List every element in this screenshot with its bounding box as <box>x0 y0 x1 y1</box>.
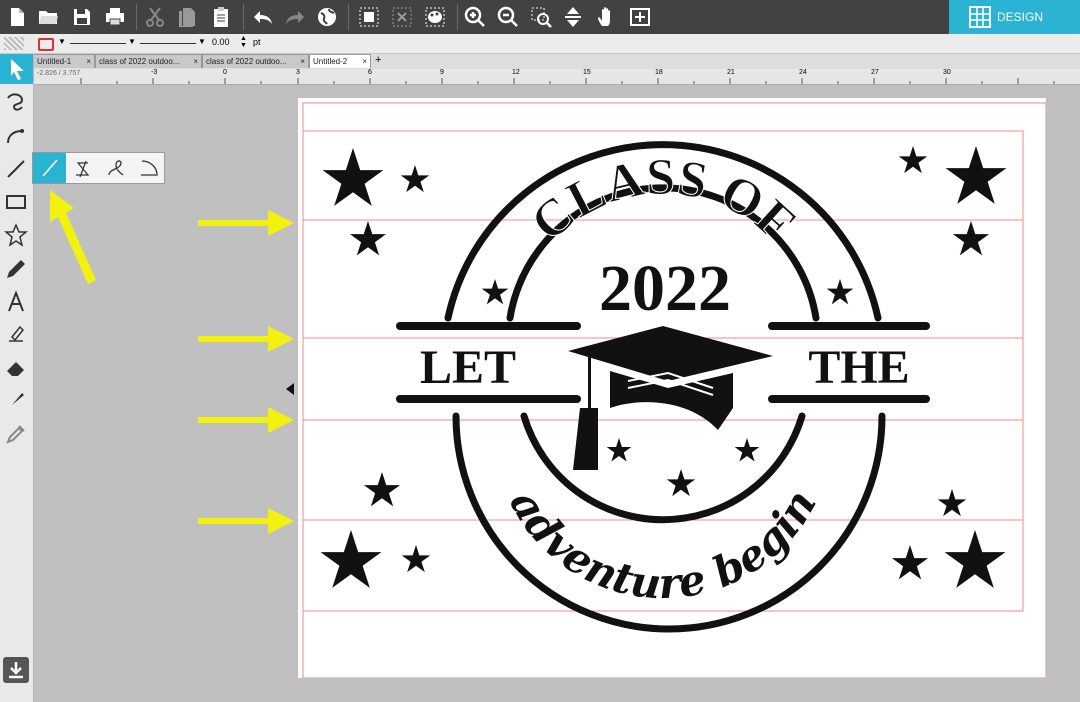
ruler-tick-label: 3 <box>296 69 300 76</box>
close-icon[interactable]: × <box>193 55 198 68</box>
ruler-tick-label: 30 <box>943 69 951 76</box>
fit-page-icon[interactable] <box>625 2 655 32</box>
annotation-arrow-icon <box>50 190 96 284</box>
paste-icon[interactable] <box>206 2 236 32</box>
ruler-tick-label: 6 <box>368 69 372 76</box>
pan-move-icon[interactable] <box>558 2 588 32</box>
line-subtool-flyout <box>32 152 165 184</box>
annotation-arrow-icon <box>198 210 294 236</box>
fill-pattern-swatch[interactable] <box>4 37 24 50</box>
year-text: 2022 <box>599 252 731 325</box>
cut-icon[interactable] <box>140 2 170 32</box>
ruler-tick-label: 18 <box>655 69 663 76</box>
curve-line-icon[interactable] <box>99 153 132 183</box>
design-label: DESIGN <box>997 10 1044 24</box>
the-text: THE <box>808 341 909 394</box>
bezier-icon[interactable] <box>2 121 30 149</box>
ruler-tick-label: 21 <box>727 69 735 76</box>
line-color-dropdown-icon[interactable]: ▼ <box>58 37 66 46</box>
horizontal-ruler[interactable]: -2.826 / 3.757 -3 0 3 6 9 12 15 18 21 24… <box>33 69 1080 85</box>
copy-icon[interactable] <box>172 2 202 32</box>
save-icon[interactable] <box>67 2 97 32</box>
line-style-select[interactable] <box>70 43 126 44</box>
line-width-input[interactable]: 0.00 <box>212 37 230 47</box>
line-tool-icon[interactable] <box>2 155 30 183</box>
annotation-arrow-icon <box>198 326 294 352</box>
ruler-tick-label: 24 <box>799 69 807 76</box>
zoom-selection-icon[interactable] <box>526 2 556 32</box>
properties-bar: ▼ ▼ ▼ 0.00 ▲ ▼ pt <box>0 34 1080 54</box>
rectangle-tool-icon[interactable] <box>2 188 30 216</box>
tab-class-of-2022-a[interactable]: class of 2022 outdoo... × <box>95 54 202 68</box>
unit-label: pt <box>253 37 261 47</box>
ruler-tick-label: 9 <box>440 69 444 76</box>
hand-icon[interactable] <box>592 2 622 32</box>
tab-label: class of 2022 outdoo... <box>206 57 287 66</box>
grid-icon <box>969 6 991 28</box>
ruler-tick-label: 0 <box>223 69 227 76</box>
star-tool-icon[interactable] <box>2 221 30 249</box>
page-edge-marker-icon <box>286 383 294 395</box>
select-arrow-icon[interactable] <box>0 54 33 84</box>
tab-class-of-2022-b[interactable]: class of 2022 outdoo... × <box>202 54 309 68</box>
tab-untitled-1[interactable]: Untitled-1 × <box>33 54 95 68</box>
undo-icon[interactable] <box>248 2 278 32</box>
group-icon[interactable] <box>354 2 384 32</box>
ungroup-icon[interactable] <box>387 2 417 32</box>
class-of-text: CLASS OF <box>521 149 806 253</box>
ruler-tick-label: 12 <box>512 69 520 76</box>
open-folder-icon[interactable] <box>33 2 63 32</box>
design-canvas: CLASS OF 2022 LET THE adventure begin <box>302 102 1046 678</box>
ruler-tick-label: -3 <box>151 69 158 76</box>
design-page[interactable]: CLASS OF 2022 LET THE adventure begin <box>298 98 1046 678</box>
zoom-out-icon[interactable] <box>493 2 523 32</box>
tab-label: class of 2022 outdoo... <box>99 57 180 66</box>
palette-icon[interactable] <box>420 2 450 32</box>
design-tab-button[interactable]: DESIGN <box>949 0 1080 34</box>
line-cap-dropdown-icon[interactable]: ▼ <box>198 37 206 46</box>
add-tab-button[interactable]: + <box>375 54 381 67</box>
straight-line-icon[interactable] <box>33 153 66 183</box>
new-file-icon[interactable] <box>2 2 32 32</box>
close-icon[interactable]: × <box>300 55 305 68</box>
main-toolbar: DESIGN <box>0 0 1080 34</box>
line-cap-select[interactable] <box>140 43 196 44</box>
tab-label: Untitled-2 <box>313 57 348 66</box>
arc-line-icon[interactable] <box>132 153 165 183</box>
line-color-swatch[interactable] <box>38 38 54 51</box>
line-style-dropdown-icon[interactable]: ▼ <box>128 37 136 46</box>
ruler-tick-label: 27 <box>871 69 879 76</box>
tab-untitled-2[interactable]: Untitled-2 × <box>309 54 371 68</box>
redo-icon[interactable] <box>280 2 310 32</box>
document-tabs: Untitled-1 × class of 2022 outdoo... × cla… <box>33 54 1080 69</box>
ruler-ticks <box>80 78 1055 84</box>
zoom-in-icon[interactable] <box>460 2 490 32</box>
library-download-icon[interactable] <box>3 657 29 683</box>
eyedropper-tool-icon[interactable] <box>2 420 30 448</box>
let-text: LET <box>420 341 516 394</box>
text-on-path-icon[interactable] <box>2 321 30 349</box>
ruler-tick-label: 15 <box>583 69 591 76</box>
close-icon[interactable]: × <box>86 55 91 68</box>
close-icon[interactable]: × <box>362 55 367 68</box>
line-width-stepper[interactable]: ▲ ▼ <box>240 35 247 49</box>
annotation-arrow-icon <box>198 407 294 433</box>
left-toolbar <box>0 54 34 702</box>
text-tool-icon[interactable] <box>2 288 30 316</box>
knife-tool-icon[interactable] <box>2 387 30 415</box>
annotation-arrow-icon <box>198 508 294 534</box>
eraser-tool-icon[interactable] <box>2 354 30 382</box>
print-icon[interactable] <box>100 2 130 32</box>
polygon-line-icon[interactable] <box>66 153 99 183</box>
point-edit-icon[interactable] <box>2 88 30 116</box>
globe-icon[interactable] <box>312 2 342 32</box>
pencil-tool-icon[interactable] <box>2 255 30 283</box>
tab-label: Untitled-1 <box>37 57 72 66</box>
